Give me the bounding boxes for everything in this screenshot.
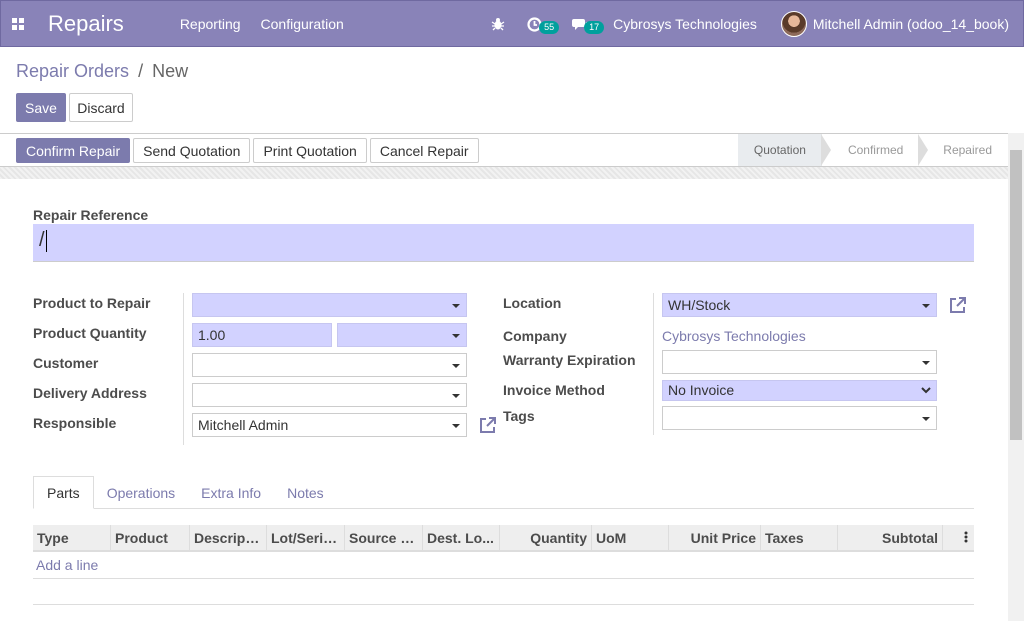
dropdown-caret-icon	[922, 417, 930, 421]
apps-menu-icon[interactable]	[1, 1, 35, 47]
table-row	[33, 579, 974, 605]
breadcrumb-current: New	[152, 61, 189, 81]
form-sheet: Repair Reference / Product to Repair Pro…	[0, 179, 1008, 621]
company-label: Company	[503, 328, 567, 344]
chevron-down-icon	[921, 387, 931, 394]
responsible-select[interactable]: Mitchell Admin	[192, 413, 467, 437]
text-cursor	[45, 229, 47, 252]
activity-clock-icon[interactable]: 55	[527, 16, 560, 34]
menu-configuration[interactable]: Configuration	[261, 16, 344, 32]
column-type[interactable]: Type	[33, 525, 111, 550]
column-description[interactable]: Descripti...	[190, 525, 267, 550]
product-to-repair-select[interactable]	[192, 293, 467, 317]
send-quotation-button[interactable]: Send Quotation	[133, 138, 251, 163]
column-quantity[interactable]: Quantity	[500, 525, 592, 550]
stage-repaired: Repaired	[918, 134, 1008, 166]
optional-columns-toggle[interactable]	[943, 525, 974, 550]
print-quotation-button[interactable]: Print Quotation	[253, 138, 367, 163]
sheet-background	[0, 167, 1008, 179]
company-value[interactable]: Cybrosys Technologies	[662, 328, 806, 344]
warranty-expiration-input[interactable]	[662, 350, 937, 374]
tab-operations[interactable]: Operations	[94, 476, 188, 509]
group-divider	[183, 293, 184, 445]
add-line-link[interactable]: Add a line	[36, 557, 98, 573]
dropdown-caret-icon	[452, 334, 460, 338]
tab-extra-info[interactable]: Extra Info	[188, 476, 274, 509]
cancel-repair-button[interactable]: Cancel Repair	[369, 138, 479, 163]
breadcrumb-separator: /	[138, 61, 144, 81]
tab-notes[interactable]: Notes	[274, 476, 337, 509]
dropdown-caret-icon	[922, 304, 930, 308]
column-product[interactable]: Product	[111, 525, 190, 550]
location-label: Location	[503, 295, 562, 311]
tags-label: Tags	[503, 408, 535, 424]
dropdown-caret-icon	[922, 361, 930, 365]
column-source-location[interactable]: Source L...	[345, 525, 423, 550]
customer-select[interactable]	[192, 353, 467, 377]
location-select[interactable]: WH/Stock	[662, 293, 937, 317]
column-lot-serial[interactable]: Lot/Seria...	[267, 525, 345, 550]
product-uom-select[interactable]	[337, 323, 467, 347]
vertical-dots-icon	[964, 531, 968, 543]
company-switcher[interactable]: Cybrosys Technologies	[613, 16, 757, 32]
dropdown-caret-icon	[452, 394, 460, 398]
stage-quotation: Quotation	[737, 134, 822, 166]
product-to-repair-label: Product to Repair	[33, 295, 151, 311]
group-divider	[653, 293, 654, 435]
column-taxes[interactable]: Taxes	[761, 525, 838, 550]
menu-reporting[interactable]: Reporting	[180, 16, 241, 32]
parts-table: Type Product Descripti... Lot/Seria... S…	[33, 525, 974, 605]
warranty-expiration-label: Warranty Expiration	[503, 352, 636, 368]
avatar[interactable]	[780, 11, 807, 37]
messages-icon[interactable]: 17	[572, 17, 605, 34]
invoice-method-select[interactable]: No Invoice	[662, 380, 937, 401]
bug-icon[interactable]	[491, 17, 505, 31]
tags-input[interactable]	[662, 406, 937, 430]
add-line-row: Add a line	[33, 552, 974, 579]
dropdown-caret-icon	[452, 424, 460, 428]
column-uom[interactable]: UoM	[592, 525, 669, 550]
form-statusbar: Confirm Repair Send Quotation Print Quot…	[0, 133, 1008, 167]
user-menu[interactable]: Mitchell Admin (odoo_14_book)	[813, 16, 1009, 32]
column-subtotal[interactable]: Subtotal	[838, 525, 943, 550]
responsible-label: Responsible	[33, 415, 117, 431]
external-link-icon[interactable]	[948, 295, 968, 315]
stage-confirmed: Confirmed	[820, 134, 919, 166]
app-name[interactable]: Repairs	[48, 11, 124, 37]
stage-pipeline: Quotation Confirmed Repaired	[737, 134, 1008, 166]
repair-reference-value: /	[39, 229, 45, 251]
external-link-icon[interactable]	[478, 415, 498, 435]
breadcrumb: Repair Orders / New	[16, 61, 188, 82]
notebook-tabs: Parts Operations Extra Info Notes	[33, 476, 974, 509]
dropdown-caret-icon	[452, 304, 460, 308]
save-button[interactable]: Save	[16, 93, 66, 122]
dropdown-caret-icon	[452, 364, 460, 368]
table-header: Type Product Descripti... Lot/Seria... S…	[33, 525, 974, 552]
delivery-address-select[interactable]	[192, 383, 467, 407]
tab-parts[interactable]: Parts	[33, 476, 94, 509]
product-quantity-input[interactable]: 1.00	[192, 323, 332, 347]
delivery-address-label: Delivery Address	[33, 385, 147, 401]
scrollbar-thumb[interactable]	[1010, 150, 1022, 440]
activity-count-badge: 55	[539, 20, 560, 34]
invoice-method-label: Invoice Method	[503, 382, 605, 398]
breadcrumb-parent[interactable]: Repair Orders	[16, 61, 129, 81]
customer-label: Customer	[33, 355, 99, 371]
message-count-badge: 17	[584, 21, 605, 34]
column-unit-price[interactable]: Unit Price	[669, 525, 761, 550]
product-quantity-label: Product Quantity	[33, 325, 147, 341]
column-dest-location[interactable]: Dest. Lo...	[423, 525, 500, 550]
confirm-repair-button[interactable]: Confirm Repair	[16, 138, 131, 163]
repair-reference-input[interactable]: /	[33, 224, 974, 262]
top-navbar: Repairs Reporting Configuration 55 17 Cy…	[0, 0, 1024, 47]
repair-reference-label: Repair Reference	[33, 207, 149, 223]
discard-button[interactable]: Discard	[69, 93, 133, 122]
